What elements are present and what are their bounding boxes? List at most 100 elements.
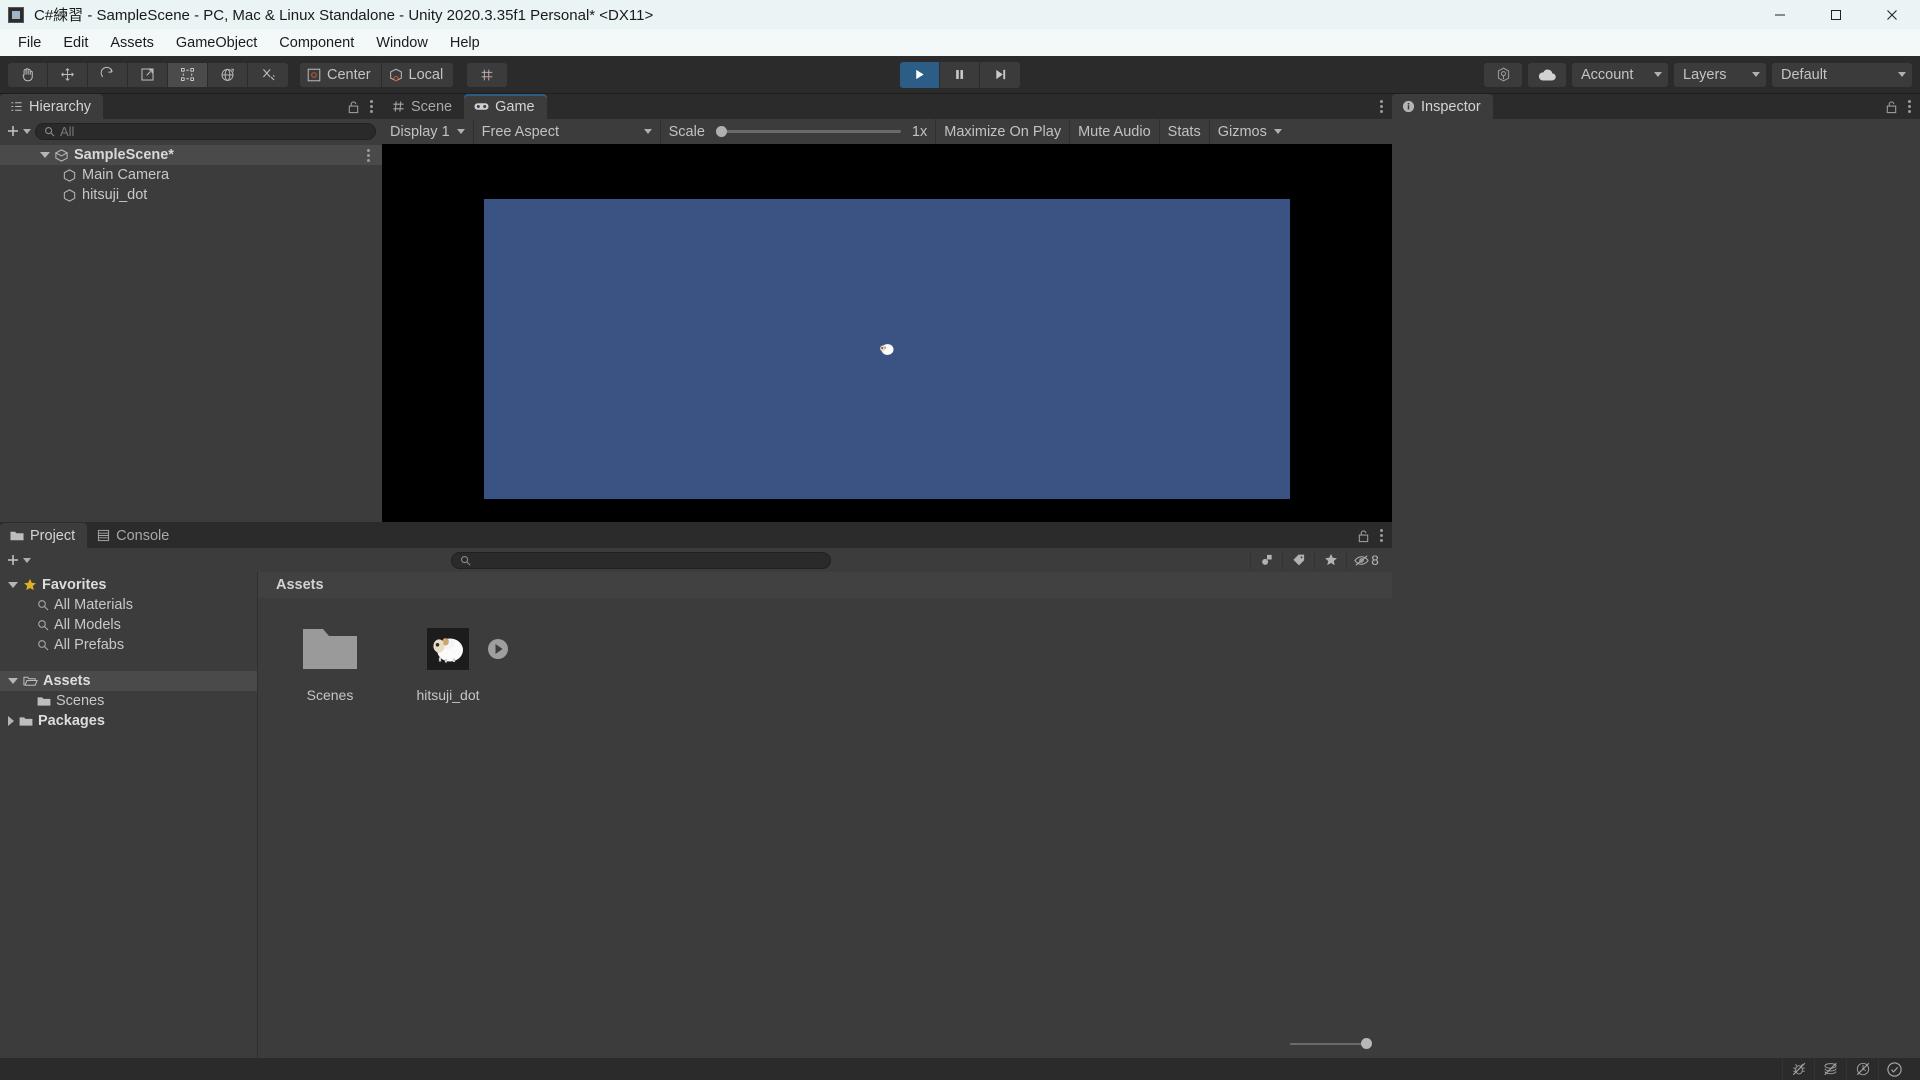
hierarchy-search-placeholder: All [60,123,75,139]
hierarchy-add-button[interactable] [6,124,31,138]
pivot-mode-label: Center [327,66,371,83]
menu-assets[interactable]: Assets [99,31,165,55]
project-add-button[interactable] [6,553,31,567]
asset-zoom-slider[interactable] [258,1030,1392,1058]
menu-file[interactable]: File [7,31,52,55]
hierarchy-row-hitsuji-dot[interactable]: hitsuji_dot [0,185,382,205]
tab-inspector[interactable]: Inspector [1392,94,1493,119]
project-tree-favorites[interactable]: Favorites [0,575,257,595]
pivot-rotation-button[interactable]: Local [381,62,454,87]
hidden-items-button[interactable]: 8 [1346,550,1386,570]
chevron-down-icon[interactable] [8,582,18,588]
project-tree-all-models[interactable]: All Models [0,615,257,635]
layers-dropdown[interactable]: Layers [1674,62,1766,87]
menu-window[interactable]: Window [365,31,439,55]
rotate-tool-button[interactable] [88,62,128,87]
hierarchy-row-label: hitsuji_dot [82,187,148,203]
chevron-down-icon[interactable] [8,678,18,684]
inspector-menu-icon[interactable] [1908,100,1911,113]
cloud-icon[interactable] [1528,62,1566,87]
menu-gameobject[interactable]: GameObject [165,31,268,55]
step-button[interactable] [980,61,1020,88]
filter-type-icon[interactable] [1250,550,1282,570]
hierarchy-menu-icon[interactable] [370,100,373,113]
rect-tool-button[interactable] [168,62,208,87]
hierarchy-row-scene[interactable]: SampleScene* [0,145,382,165]
project-tree-all-prefabs[interactable]: All Prefabs [0,635,257,655]
hidden-items-count: 8 [1371,552,1379,568]
grid-snap-button[interactable] [467,62,508,87]
tab-scene[interactable]: Scene [382,94,464,119]
asset-zoom-knob[interactable] [1361,1038,1372,1049]
lock-icon[interactable] [1357,529,1370,543]
tab-hierarchy-label: Hierarchy [29,98,92,115]
project-tree-scenes[interactable]: Scenes [0,691,257,711]
menu-component[interactable]: Component [268,31,365,55]
project-menu-icon[interactable] [1380,529,1383,542]
game-menu-icon[interactable] [1380,100,1383,113]
game-canvas[interactable] [484,199,1290,499]
tab-console[interactable]: Console [87,523,181,548]
search-icon [45,126,55,136]
scene-row-menu-icon[interactable] [367,148,370,162]
scale-slider[interactable] [715,126,901,137]
folder-icon [10,531,24,540]
pause-button[interactable] [940,61,980,88]
check-circle-icon[interactable] [1878,1058,1910,1080]
asset-item-scenes[interactable]: Scenes [286,620,374,703]
aspect-label: Free Aspect [481,123,560,140]
favorite-star-icon[interactable] [1314,550,1346,570]
tab-game[interactable]: Game [464,94,547,119]
close-button[interactable] [1864,0,1920,29]
hierarchy-row-main-camera[interactable]: Main Camera [0,165,382,185]
pivot-mode-button[interactable]: Center [300,62,382,87]
scale-tool-button[interactable] [128,62,168,87]
account-dropdown[interactable]: Account [1572,62,1668,87]
refresh-off-icon[interactable] [1846,1058,1878,1080]
game-view[interactable] [382,144,1392,522]
asset-zoom-track[interactable] [1290,1038,1372,1049]
chevron-down-icon[interactable] [40,152,50,158]
lock-icon[interactable] [347,100,360,114]
project-search-input[interactable] [450,551,831,569]
gizmos-dropdown[interactable]: Gizmos [1210,119,1290,144]
preview-play-button[interactable] [487,638,509,660]
project-tree-packages[interactable]: Packages [0,711,257,731]
mute-audio-button[interactable]: Mute Audio [1070,119,1160,144]
gameobject-icon [63,188,76,202]
transform-tool-button[interactable] [208,62,248,87]
display-dropdown[interactable]: Display 1 [382,119,474,144]
minimize-button[interactable] [1752,0,1808,29]
layout-dropdown[interactable]: Default [1772,62,1912,87]
collab-icon[interactable] [1484,62,1522,87]
project-tree-label: All Models [54,617,121,633]
tab-project[interactable]: Project [0,523,88,548]
chevron-right-icon[interactable] [8,716,14,726]
maximize-on-play-button[interactable]: Maximize On Play [936,119,1071,144]
debug-off-icon[interactable] [1782,1058,1814,1080]
hierarchy-search-input[interactable]: All [35,122,376,140]
move-tool-button[interactable] [48,62,88,87]
asset-item-hitsuji-dot[interactable]: hitsuji_dot [404,620,508,703]
search-icon [38,640,49,651]
filter-label-icon[interactable] [1282,550,1314,570]
tab-hierarchy[interactable]: Hierarchy [0,94,104,119]
project-tree-all-materials[interactable]: All Materials [0,595,257,615]
search-icon [460,555,470,565]
hierarchy-icon [11,102,22,111]
aspect-dropdown[interactable]: Free Aspect [474,119,661,144]
custom-tool-button[interactable] [248,62,288,87]
menu-edit[interactable]: Edit [52,31,99,55]
lock-icon[interactable] [1885,100,1898,114]
toolbar-right-group: Account Layers Default [1484,62,1912,87]
scale-slider-group[interactable]: Scale 1x [661,119,937,144]
menu-help[interactable]: Help [439,31,491,55]
maximize-button[interactable] [1808,0,1864,29]
project-tree-label: All Prefabs [54,637,125,653]
layers-off-icon[interactable] [1814,1058,1846,1080]
stats-button[interactable]: Stats [1160,119,1210,144]
scale-slider-knob[interactable] [715,126,727,137]
project-tree-assets[interactable]: Assets [0,671,257,691]
play-button[interactable] [900,61,940,88]
hand-tool-button[interactable] [8,62,48,87]
